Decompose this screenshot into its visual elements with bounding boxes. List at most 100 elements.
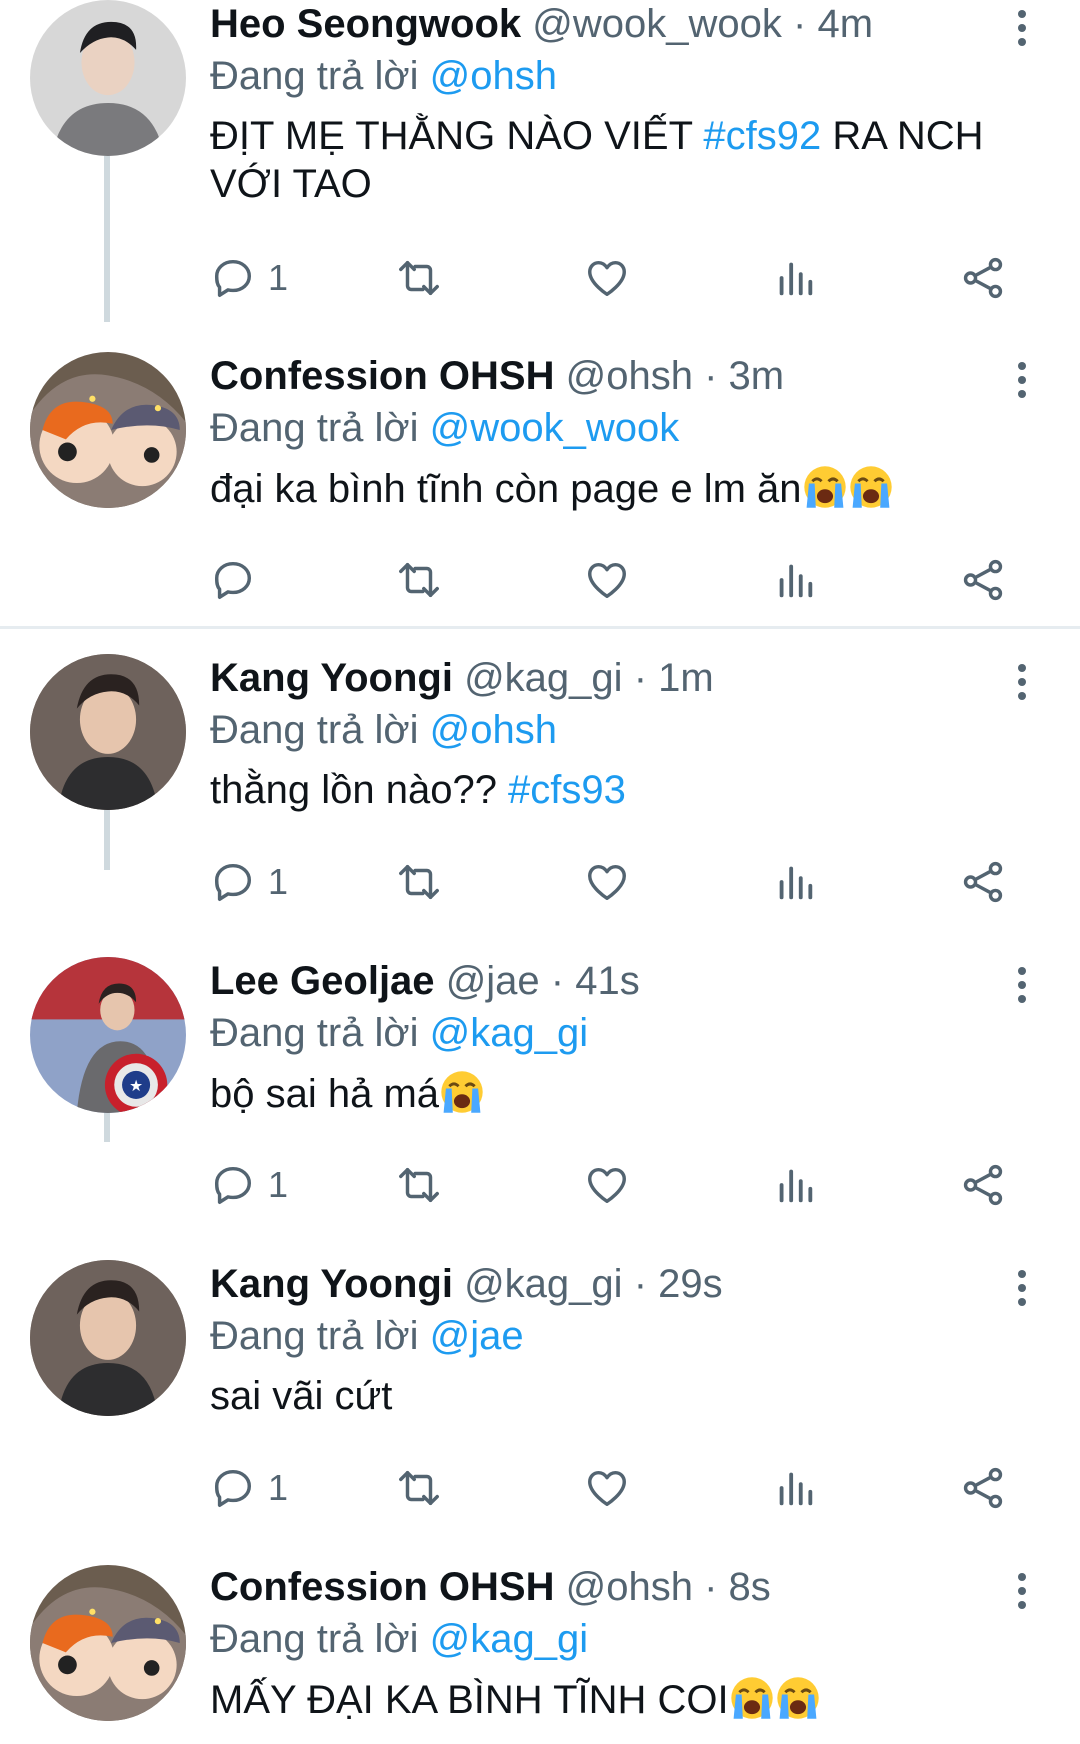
stats-icon <box>772 255 818 301</box>
loudly-crying-face-icon <box>848 464 894 510</box>
cartoon-avatar-icon <box>30 352 186 508</box>
more-options-icon[interactable] <box>1014 965 1030 1005</box>
replying-to-label: Đang trả lời <box>210 406 419 450</box>
like-button[interactable] <box>584 1157 630 1213</box>
retweet-button[interactable] <box>396 552 442 608</box>
avatar[interactable] <box>30 352 186 508</box>
share-icon <box>960 859 1006 905</box>
like-button[interactable] <box>584 250 630 306</box>
thread-divider <box>0 626 1080 629</box>
share-button[interactable] <box>960 1157 1006 1213</box>
stats-button[interactable] <box>772 250 818 306</box>
tweet-text-part: thằng lồn nào?? <box>210 768 509 812</box>
share-icon <box>960 1465 1006 1511</box>
author-handle[interactable]: @kag_gi <box>464 1262 622 1306</box>
like-button[interactable] <box>584 552 630 608</box>
more-options-icon[interactable] <box>1014 1268 1030 1308</box>
hashtag-link[interactable]: #cfs93 <box>508 768 626 812</box>
stats-button[interactable] <box>772 1460 818 1516</box>
more-options-icon[interactable] <box>1014 360 1030 400</box>
tweet-text: ĐỊT MẸ THẰNG NÀO VIẾT #cfs92 RA NCH VỚI … <box>210 112 990 208</box>
author-name[interactable]: Kang Yoongi <box>210 1262 453 1306</box>
heart-icon <box>584 859 630 905</box>
share-button[interactable] <box>960 552 1006 608</box>
share-button[interactable] <box>960 250 1006 306</box>
author-name[interactable]: Lee Geoljae <box>210 959 435 1003</box>
timestamp[interactable]: 29s <box>658 1262 723 1306</box>
mention-link[interactable]: @kag_gi <box>430 1011 588 1055</box>
reply-icon <box>210 1162 256 1208</box>
retweet-icon <box>396 1162 442 1208</box>
profile-photo-shield-icon <box>30 957 186 1113</box>
timestamp[interactable]: 4m <box>817 2 873 46</box>
loudly-crying-face-icon <box>802 464 848 510</box>
share-icon <box>960 1162 1006 1208</box>
avatar[interactable] <box>30 957 186 1113</box>
mention-link[interactable]: @ohsh <box>430 54 557 98</box>
cartoon-avatar-icon <box>30 1565 186 1721</box>
share-icon <box>960 255 1006 301</box>
replying-to: Đang trả lời @ohsh <box>210 706 990 754</box>
profile-photo-icon <box>30 654 186 810</box>
author-name[interactable]: Confession OHSH <box>210 354 554 398</box>
reply-button[interactable]: 1 <box>210 1157 288 1213</box>
reply-button[interactable]: 1 <box>210 250 288 306</box>
mention-link[interactable]: @kag_gi <box>430 1617 588 1661</box>
separator-dot: · <box>793 2 807 46</box>
author-handle[interactable]: @jae <box>446 959 540 1003</box>
avatar[interactable] <box>30 0 186 156</box>
profile-photo-icon <box>30 1260 186 1416</box>
heart-icon <box>584 255 630 301</box>
timestamp[interactable]: 1m <box>658 656 714 700</box>
timestamp[interactable]: 41s <box>575 959 640 1003</box>
heart-icon <box>584 1162 630 1208</box>
avatar[interactable] <box>30 1565 186 1721</box>
separator-dot: · <box>704 1565 718 1609</box>
reply-count: 1 <box>268 1164 289 1205</box>
mention-link[interactable]: @ohsh <box>430 708 557 752</box>
author-handle[interactable]: @kag_gi <box>464 656 622 700</box>
timestamp[interactable]: 3m <box>729 354 785 398</box>
profile-photo-icon <box>30 0 186 156</box>
stats-button[interactable] <box>772 552 818 608</box>
stats-button[interactable] <box>772 1157 818 1213</box>
mention-link[interactable]: @wook_wook <box>430 406 680 450</box>
more-options-icon[interactable] <box>1014 1571 1030 1611</box>
retweet-button[interactable] <box>396 250 442 306</box>
thread-line <box>104 140 110 322</box>
retweet-button[interactable] <box>396 1157 442 1213</box>
retweet-button[interactable] <box>396 1460 442 1516</box>
share-button[interactable] <box>960 854 1006 910</box>
author-name[interactable]: Kang Yoongi <box>210 656 453 700</box>
replying-to: Đang trả lời @wook_wook <box>210 404 990 452</box>
avatar[interactable] <box>30 1260 186 1416</box>
stats-button[interactable] <box>772 854 818 910</box>
hashtag-link[interactable]: #cfs92 <box>703 114 821 158</box>
reply-button[interactable] <box>210 552 268 608</box>
replying-to: Đang trả lời @ohsh <box>210 52 990 100</box>
share-button[interactable] <box>960 1460 1006 1516</box>
more-options-icon[interactable] <box>1014 8 1030 48</box>
author-handle[interactable]: @wook_wook <box>532 2 782 46</box>
reply-button[interactable]: 1 <box>210 1460 288 1516</box>
reply-count: 1 <box>268 257 289 298</box>
stats-icon <box>772 1465 818 1511</box>
author-name[interactable]: Confession OHSH <box>210 1565 554 1609</box>
author-handle[interactable]: @ohsh <box>566 1565 693 1609</box>
mention-link[interactable]: @jae <box>430 1314 524 1358</box>
reply-button[interactable]: 1 <box>210 854 288 910</box>
more-options-icon[interactable] <box>1014 662 1030 702</box>
like-button[interactable] <box>584 1460 630 1516</box>
avatar[interactable] <box>30 654 186 810</box>
author-name[interactable]: Heo Seongwook <box>210 2 521 46</box>
separator-dot: · <box>633 656 648 700</box>
tweet-text: sai vãi cứt <box>210 1374 393 1418</box>
replying-to-label: Đang trả lời <box>210 1617 419 1661</box>
retweet-button[interactable] <box>396 854 442 910</box>
separator-dot: · <box>704 354 718 398</box>
replying-to-label: Đang trả lời <box>210 708 419 752</box>
like-button[interactable] <box>584 854 630 910</box>
author-handle[interactable]: @ohsh <box>566 354 693 398</box>
reply-count: 1 <box>268 861 289 902</box>
timestamp[interactable]: 8s <box>729 1565 771 1609</box>
